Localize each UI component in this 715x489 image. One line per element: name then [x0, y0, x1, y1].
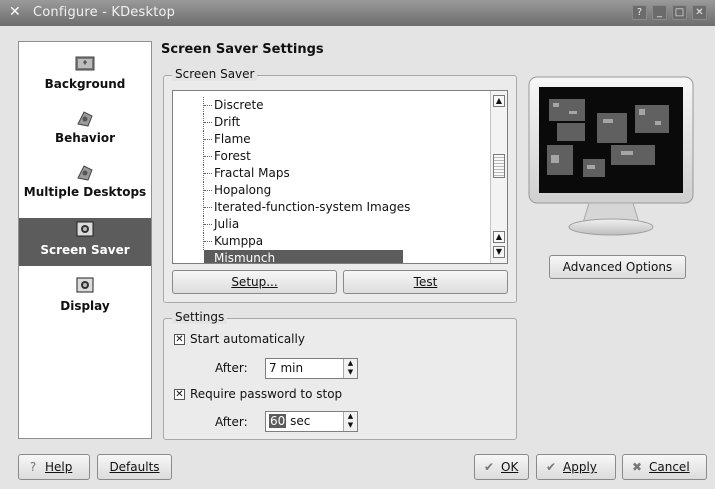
list-item[interactable]: Forest [173, 148, 489, 165]
ok-button[interactable]: ✔ OK [474, 454, 529, 480]
list-item[interactable]: Discrete [173, 97, 489, 114]
page-title: Screen Saver Settings [161, 42, 324, 57]
password-after-spinbox[interactable]: 60 sec ▲ ▼ [265, 411, 358, 432]
scrollbar-thumb[interactable] [493, 154, 505, 178]
sidebar-item-display[interactable]: Display [19, 276, 151, 320]
sidebar-item-multiple-desktops[interactable]: Multiple Desktops [19, 162, 151, 212]
sidebar-item-label: Display [60, 299, 110, 313]
test-button[interactable]: Test [343, 270, 508, 294]
start-automatically-label: Start automatically [190, 332, 305, 346]
sidebar-item-label: Behavior [54, 131, 116, 145]
list-item[interactable]: Hopalong [173, 182, 489, 199]
title-bar[interactable]: ✕ Configure - KDesktop ? _ □ ✕ [0, 0, 715, 26]
advanced-options-button[interactable]: Advanced Options [549, 255, 686, 279]
screensaver-list[interactable]: Discrete Drift Flame Forest Fractal Maps… [172, 90, 508, 264]
list-scrollbar[interactable]: ▲ ▲ ▼ [490, 91, 507, 263]
list-item[interactable]: Fractal Maps [173, 165, 489, 182]
background-icon [75, 56, 95, 71]
configure-window: ✕ Configure - KDesktop ? _ □ ✕ Backgroun… [0, 0, 715, 489]
minimize-button[interactable]: _ [652, 5, 667, 20]
list-item-selected[interactable]: Mismunch [204, 250, 403, 263]
cancel-button[interactable]: ✖ Cancel [622, 454, 707, 480]
sidebar-item-label: Background [44, 77, 126, 91]
sidebar-item-label: Screen Saver [40, 243, 130, 257]
list-item[interactable]: Kumppa [173, 233, 489, 250]
start-after-spinbox[interactable]: 7 min ▲ ▼ [265, 358, 358, 379]
sidebar: Background Behavior Multiple Desktops Sc… [18, 41, 152, 439]
multiple-desktops-icon [77, 165, 93, 181]
help-window-button[interactable]: ? [632, 5, 647, 20]
group-title: Screen Saver [172, 67, 258, 81]
start-automatically-checkbox[interactable]: ✕ [174, 334, 185, 345]
apply-button[interactable]: ✔ Apply [536, 454, 616, 480]
group-title: Settings [172, 310, 228, 324]
check-icon: ✔ [483, 460, 495, 474]
list-item[interactable]: Flame [173, 131, 489, 148]
spin-arrows-icon[interactable]: ▲ ▼ [343, 359, 357, 378]
after-label: After: [215, 361, 248, 375]
close-button[interactable]: ✕ [692, 5, 707, 20]
scroll-up-arrow-icon[interactable]: ▲ [493, 231, 505, 243]
window-title: Configure - KDesktop [33, 5, 176, 20]
sidebar-item-screen-saver[interactable]: Screen Saver [19, 218, 151, 266]
spin-arrows-icon[interactable]: ▲ ▼ [343, 412, 357, 431]
setup-button[interactable]: Setup... [172, 270, 337, 294]
after-label: After: [215, 415, 248, 429]
behavior-icon [77, 111, 93, 127]
scroll-up-arrow-icon[interactable]: ▲ [493, 95, 505, 107]
defaults-button[interactable]: Defaults [97, 454, 172, 480]
require-password-label: Require password to stop [190, 387, 343, 401]
list-item[interactable]: Drift [173, 114, 489, 131]
list-item[interactable]: Julia [173, 216, 489, 233]
kde-app-icon: ✕ [9, 4, 21, 20]
screensaver-preview-monitor [528, 76, 694, 236]
require-password-checkbox[interactable]: ✕ [174, 389, 185, 400]
help-icon: ? [29, 460, 37, 474]
cancel-x-icon: ✖ [631, 460, 643, 474]
sidebar-item-label: Multiple Desktops [23, 185, 147, 199]
maximize-button[interactable]: □ [672, 5, 687, 20]
sidebar-item-background[interactable]: Background [19, 54, 151, 100]
list-item[interactable]: Iterated-function-system Images [173, 199, 489, 216]
help-button[interactable]: ? Help [18, 454, 90, 480]
check-icon: ✔ [545, 460, 557, 474]
display-icon [76, 277, 94, 293]
screen-saver-icon [76, 221, 94, 237]
scroll-down-arrow-icon[interactable]: ▼ [493, 246, 505, 258]
sidebar-item-behavior[interactable]: Behavior [19, 108, 151, 156]
